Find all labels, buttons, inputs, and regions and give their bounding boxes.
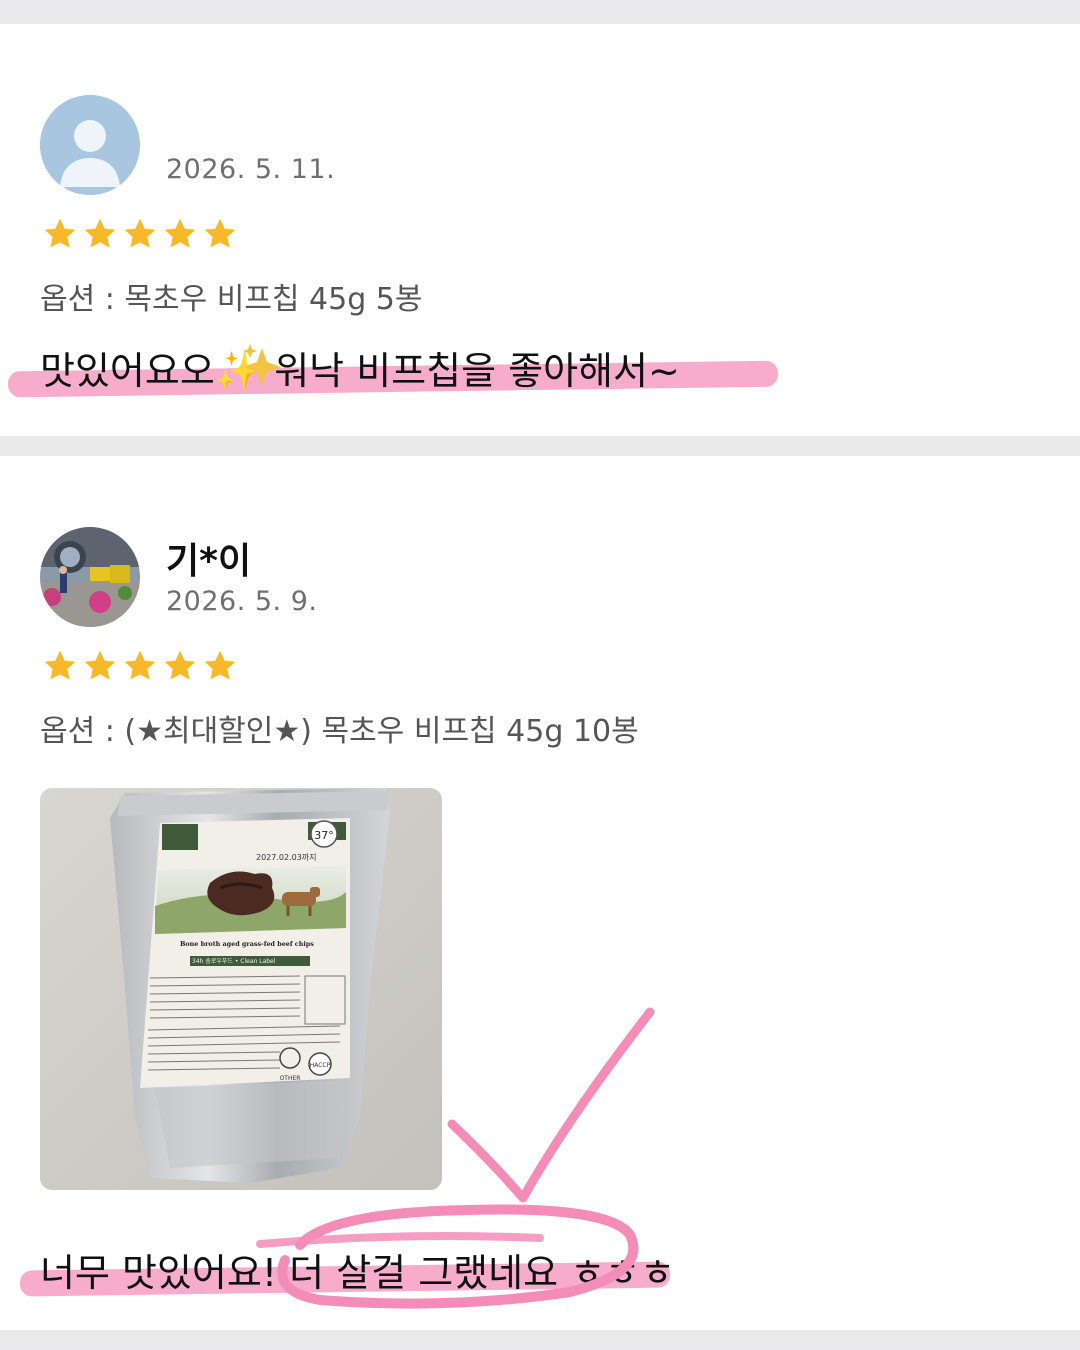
review-option: 옵션 : (★최대할인★) 목초우 비프칩 45g 10봉 <box>40 714 639 749</box>
star-icon <box>164 650 196 680</box>
star-rating <box>42 216 238 252</box>
review-date: 2026. 5. 11. <box>166 154 336 185</box>
review-text-block: 맛있어요오✨ 워낙 비프칩을 좋아해서~ <box>7 340 779 398</box>
star-icon <box>124 650 156 680</box>
star-rating <box>42 648 238 684</box>
photo-recycle-label: OTHER <box>280 1075 301 1082</box>
certification-badge: HACCP <box>308 1052 332 1076</box>
section-divider <box>0 0 1080 24</box>
star-icon <box>44 650 76 680</box>
profile-avatar <box>40 527 140 627</box>
section-divider <box>0 1330 1080 1350</box>
review-photo[interactable]: 37° 2027.02.03까지 Bone broth aged grass-f… <box>40 788 442 1190</box>
photo-stamp: 37° <box>314 829 334 842</box>
star-icon <box>124 218 156 248</box>
review-text-block: 너무 맛있어요! 더 살걸 그랬네요 ㅎㅎㅎ <box>19 1242 675 1297</box>
review-option: 옵션 : 목초우 비프칩 45g 5봉 <box>40 282 423 317</box>
photo-tagline: 34h 숨로우푸드 • Clean Label <box>192 957 276 965</box>
review-author: 기*이 <box>166 541 252 582</box>
review-text: 너무 맛있어요! 더 살걸 그랬네요 ㅎㅎㅎ <box>40 1251 675 1295</box>
star-icon <box>84 650 116 680</box>
photo-date-print: 2027.02.03까지 <box>256 853 317 862</box>
star-icon <box>164 218 196 248</box>
photo-product-line: Bone broth aged grass-fed beef chips <box>180 940 314 948</box>
review-date: 2026. 5. 9. <box>166 586 318 617</box>
review-card: 기*이 2026. 5. 9. 옵션 : (★최대할인★) 목초우 비프칩 45… <box>0 456 1080 1330</box>
star-icon <box>204 218 236 248</box>
photo-cert-label: HACCP <box>310 1062 331 1069</box>
star-icon <box>204 650 236 680</box>
review-list: 2026. 5. 11. 옵션 : 목초우 비프칩 45g 5봉 맛있어요오✨ … <box>0 0 1080 1350</box>
star-icon <box>84 218 116 248</box>
default-avatar-icon <box>40 95 140 195</box>
section-divider <box>0 436 1080 456</box>
review-card: 2026. 5. 11. 옵션 : 목초우 비프칩 45g 5봉 맛있어요오✨ … <box>0 24 1080 436</box>
star-icon <box>44 218 76 248</box>
review-text: 맛있어요오✨ 워낙 비프칩을 좋아해서~ <box>40 349 680 393</box>
